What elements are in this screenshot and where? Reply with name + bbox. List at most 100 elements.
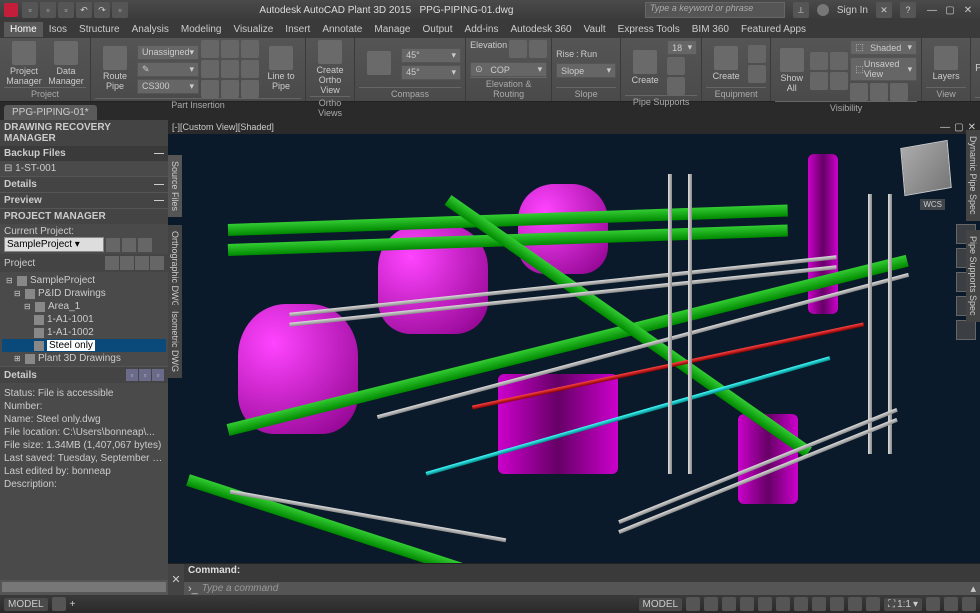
tree-area1[interactable]: ⊟Area_1	[2, 300, 166, 313]
tree-related[interactable]: Related Files	[2, 365, 166, 366]
tab-analysis[interactable]: Analysis	[126, 22, 175, 37]
cmd-expand-icon[interactable]: ▴	[970, 582, 976, 595]
elevation-down-button[interactable]	[529, 40, 547, 58]
tab-structure[interactable]: Structure	[73, 22, 126, 37]
status-tpy-icon[interactable]	[866, 597, 880, 611]
backup-header[interactable]: Backup Files—	[0, 146, 168, 161]
proj-tool-2[interactable]	[120, 256, 134, 270]
project-select[interactable]: SampleProject ▾	[4, 237, 104, 252]
status-3dosnap-icon[interactable]	[776, 597, 790, 611]
create-ortho-view-button[interactable]: CreateOrtho View	[310, 40, 350, 96]
tree-plant3d[interactable]: ⊞Plant 3D Drawings	[2, 352, 166, 365]
status-lwt-icon[interactable]	[848, 597, 862, 611]
status-maximize-icon[interactable]	[944, 597, 958, 611]
sidetab-source-files[interactable]: Source Files	[168, 155, 182, 217]
view-dropdown[interactable]: ⬚ Unsaved View▾	[850, 57, 917, 81]
cmd-close-icon[interactable]: ✕	[168, 564, 184, 595]
tree-drawing-2[interactable]: 1-A1-1002	[2, 326, 166, 339]
vis-tool-1[interactable]	[810, 52, 828, 70]
tab-featuredapps[interactable]: Featured Apps	[735, 22, 812, 37]
status-ortho-icon[interactable]	[722, 597, 736, 611]
part-tool-9[interactable]	[241, 80, 259, 98]
pm-button-3[interactable]	[138, 238, 152, 252]
data-manager-button[interactable]: DataManager	[46, 41, 86, 87]
layers-button[interactable]: Layers	[926, 46, 966, 82]
vis-tool-7[interactable]	[890, 83, 908, 101]
command-input[interactable]: Type a command	[202, 583, 971, 594]
vis-tool-2[interactable]	[810, 72, 828, 90]
tab-annotate[interactable]: Annotate	[316, 22, 368, 37]
status-osnap-icon[interactable]	[758, 597, 772, 611]
support-num-dropdown[interactable]: 18▾	[667, 40, 697, 55]
close-button[interactable]: ✕	[960, 3, 976, 17]
tab-home[interactable]: Home	[4, 22, 43, 37]
part-tool-6[interactable]	[221, 80, 239, 98]
sidetab-isometric-dwg[interactable]: Isometric DWG	[168, 305, 182, 378]
tab-bim360[interactable]: BIM 360	[686, 22, 735, 37]
qat-redo-icon[interactable]: ↷	[94, 2, 110, 18]
tab-addins[interactable]: Add-ins	[459, 22, 505, 37]
status-model-button[interactable]: MODEL	[4, 598, 48, 611]
spec-dropdown[interactable]: CS300▾	[137, 79, 199, 94]
create-support-button[interactable]: Create	[625, 50, 665, 86]
view-cube[interactable]	[900, 140, 951, 196]
qat-new-icon[interactable]: ▫	[22, 2, 38, 18]
cop-dropdown[interactable]: ⊙ COP▾	[470, 62, 547, 77]
assignment-dropdown[interactable]: Unassigned▾	[137, 45, 199, 60]
sign-in-link[interactable]: Sign In	[837, 5, 868, 16]
scrollbar[interactable]	[2, 582, 166, 592]
details-header-1[interactable]: Details—	[0, 177, 168, 192]
status-layout-icon[interactable]	[52, 597, 66, 611]
details-btn-3[interactable]: ▫	[152, 369, 164, 381]
user-avatar-icon[interactable]	[817, 4, 829, 16]
status-scale[interactable]: ⛶1:1▾	[884, 598, 922, 611]
pm-button-2[interactable]	[122, 238, 136, 252]
line-to-pipe-button[interactable]: Line toPipe	[261, 46, 301, 92]
status-customize-icon[interactable]	[962, 597, 976, 611]
collapse-icon[interactable]: —	[154, 179, 164, 190]
nav-showmotion-icon[interactable]	[956, 320, 976, 340]
details-header-2[interactable]: Details ▫▫▫	[0, 367, 168, 383]
status-snap-icon[interactable]	[704, 597, 718, 611]
tab-modeling[interactable]: Modeling	[175, 22, 228, 37]
tool-dropdown[interactable]: ✎▾	[137, 62, 199, 77]
status-ducs-icon[interactable]	[812, 597, 826, 611]
slope-dropdown[interactable]: Slope▾	[556, 63, 616, 78]
compass-button[interactable]	[359, 51, 399, 77]
compass-angle-2[interactable]: 45°▾	[401, 65, 461, 80]
vp-minimize[interactable]: —	[940, 122, 950, 133]
support-tool-2[interactable]	[667, 77, 685, 95]
tab-isos[interactable]: Isos	[43, 22, 73, 37]
tab-visualize[interactable]: Visualize	[227, 22, 279, 37]
part-tool-2[interactable]	[201, 60, 219, 78]
project-manager-header[interactable]: PROJECT MANAGER	[0, 209, 168, 224]
vis-tool-3[interactable]	[830, 52, 848, 70]
file-tab-active[interactable]: PPG-PIPING-01*	[4, 105, 97, 120]
proj-tool-4[interactable]	[150, 256, 164, 270]
part-tool-3[interactable]	[201, 80, 219, 98]
part-tool-7[interactable]	[241, 40, 259, 58]
equip-tool-2[interactable]	[748, 65, 766, 83]
sidetab-orthographic-dwg[interactable]: Orthographic DWG	[168, 225, 182, 314]
viewport-3d[interactable]: WCS	[168, 134, 980, 563]
wcs-label[interactable]: WCS	[920, 199, 945, 210]
qat-save-icon[interactable]: ▫	[58, 2, 74, 18]
part-tool-4[interactable]	[221, 40, 239, 58]
part-tool-1[interactable]	[201, 40, 219, 58]
tree-drawing-1[interactable]: 1-A1-1001	[2, 313, 166, 326]
vis-tool-5[interactable]	[850, 83, 868, 101]
maximize-button[interactable]: ▢	[942, 3, 958, 17]
preview-header[interactable]: Preview—	[0, 193, 168, 208]
tab-output[interactable]: Output	[417, 22, 459, 37]
project-subheader[interactable]: Project	[0, 254, 168, 272]
qat-open-icon[interactable]: ▫	[40, 2, 56, 18]
elevation-up-button[interactable]	[509, 40, 527, 58]
autodesk360-icon[interactable]: ⟂	[793, 2, 809, 18]
tab-autodesk360[interactable]: Autodesk 360	[504, 22, 577, 37]
create-equipment-button[interactable]: Create	[706, 46, 746, 82]
show-all-button[interactable]: ShowAll	[775, 48, 808, 94]
vis-tool-6[interactable]	[870, 83, 888, 101]
shaded-dropdown[interactable]: ⬚ Shaded▾	[850, 40, 917, 55]
route-pipe-button[interactable]: RoutePipe	[95, 46, 135, 92]
viewport-label[interactable]: [-][Custom View][Shaded]	[172, 122, 274, 132]
